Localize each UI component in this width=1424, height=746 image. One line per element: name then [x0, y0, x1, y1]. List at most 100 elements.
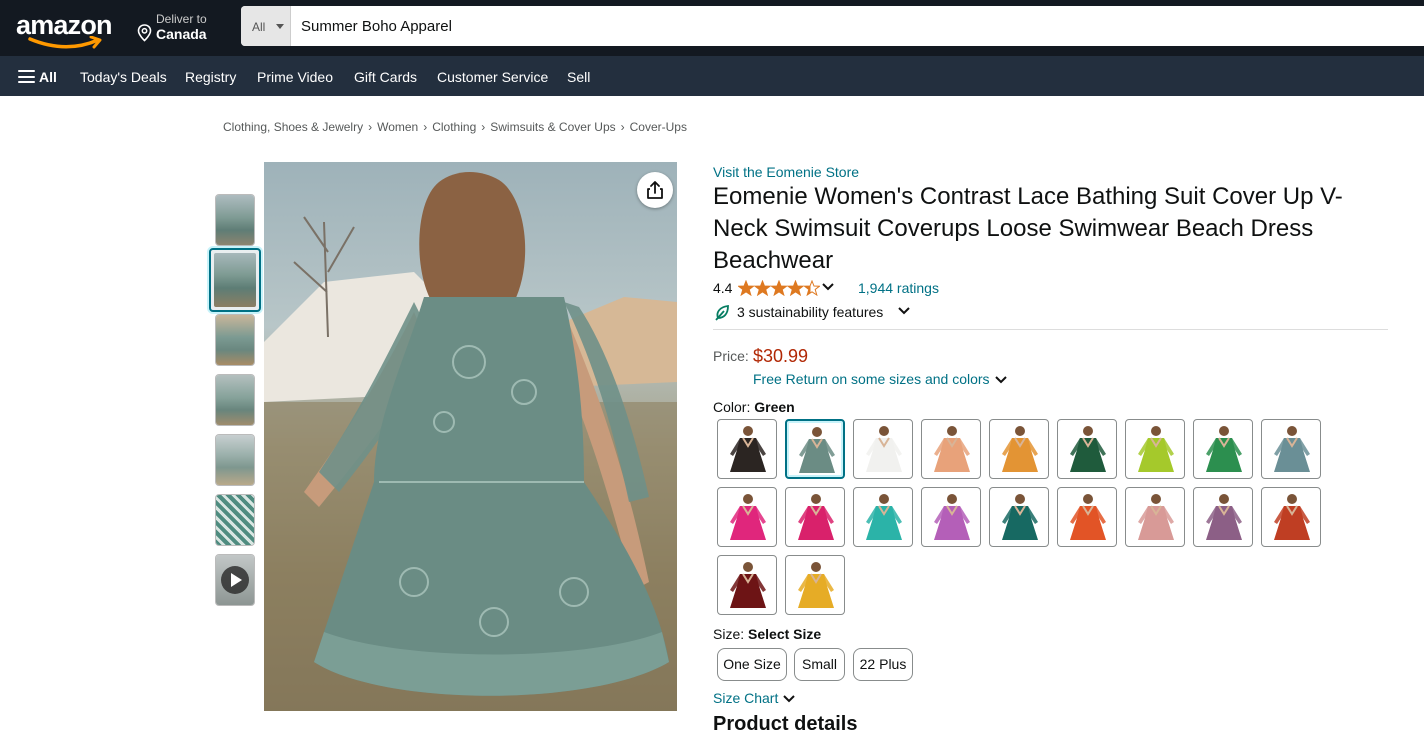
caret-down-icon — [276, 24, 284, 29]
size-label-text: Size: — [713, 626, 745, 642]
breadcrumb-item[interactable]: Women — [377, 120, 418, 134]
breadcrumb-item[interactable]: Swimsuits & Cover Ups — [490, 120, 615, 134]
chevron-down-icon[interactable] — [821, 282, 835, 292]
color-swatch[interactable] — [853, 487, 913, 547]
color-swatch-selected[interactable] — [785, 419, 845, 479]
color-swatch[interactable] — [1193, 487, 1253, 547]
image-thumbnail[interactable] — [215, 314, 255, 366]
nav-link-registry[interactable]: Registry — [185, 69, 236, 85]
color-swatch[interactable] — [785, 487, 845, 547]
dress-thumbnail — [1206, 494, 1242, 540]
product-details-heading: Product details — [713, 713, 858, 735]
color-swatch[interactable] — [1261, 487, 1321, 547]
hamburger-icon — [18, 70, 35, 83]
nav-link-todays-deals[interactable]: Today's Deals — [80, 69, 167, 85]
ratings-count-link[interactable]: 1,944 ratings — [858, 280, 939, 296]
color-swatch[interactable] — [989, 487, 1049, 547]
chevron-down-icon — [898, 307, 910, 315]
product-photo — [264, 171, 677, 711]
breadcrumb-item[interactable]: Cover-Ups — [630, 120, 687, 134]
color-swatch[interactable] — [1057, 487, 1117, 547]
star-rating-icon[interactable] — [738, 280, 820, 296]
rating-value: 4.4 — [713, 280, 733, 296]
free-return-label: Free Return on some sizes and colors — [753, 371, 990, 387]
dress-thumbnail — [798, 562, 834, 608]
image-thumbnail[interactable] — [215, 434, 255, 486]
dress-thumbnail — [1138, 494, 1174, 540]
breadcrumb-separator: › — [368, 120, 373, 134]
breadcrumb-item[interactable]: Clothing, Shoes & Jewelry — [223, 120, 363, 134]
dress-thumbnail — [1070, 426, 1106, 472]
product-main-image[interactable] — [264, 162, 677, 711]
dress-thumbnail — [1002, 426, 1038, 472]
price-value: $30.99 — [753, 346, 809, 366]
color-swatch[interactable] — [717, 487, 777, 547]
color-swatch[interactable] — [1193, 419, 1253, 479]
nav-link-sell[interactable]: Sell — [567, 69, 590, 85]
dress-thumbnail — [934, 494, 970, 540]
dress-thumbnail — [799, 427, 835, 473]
dress-thumbnail — [798, 494, 834, 540]
color-swatch[interactable] — [921, 487, 981, 547]
color-swatch[interactable] — [1125, 487, 1185, 547]
breadcrumb-separator: › — [423, 120, 428, 134]
color-swatch[interactable] — [1057, 419, 1117, 479]
nav-link-prime-video[interactable]: Prime Video — [257, 69, 333, 85]
dress-thumbnail — [1274, 494, 1310, 540]
size-option-one-size[interactable]: One Size — [717, 648, 787, 681]
thumbnail-image — [216, 195, 254, 245]
dress-thumbnail — [1070, 494, 1106, 540]
chevron-down-icon — [783, 695, 796, 703]
store-link[interactable]: Visit the Eomenie Store — [713, 164, 859, 180]
image-thumbnail[interactable] — [215, 374, 255, 426]
leaf-icon — [715, 304, 729, 321]
color-swatch[interactable] — [921, 419, 981, 479]
color-swatch[interactable] — [853, 419, 913, 479]
color-swatch[interactable] — [785, 555, 845, 615]
search-category-label: All — [252, 20, 266, 34]
size-option-small[interactable]: Small — [794, 648, 845, 681]
nav-link-customer-service[interactable]: Customer Service — [437, 69, 548, 85]
dress-thumbnail — [1206, 426, 1242, 472]
size-chart-label: Size Chart — [713, 690, 779, 706]
chevron-down-icon — [994, 376, 1007, 384]
color-swatch[interactable] — [717, 555, 777, 615]
search-bar: All — [241, 6, 1424, 46]
search-category-select[interactable]: All — [241, 6, 291, 46]
dress-thumbnail — [730, 562, 766, 608]
breadcrumb-item[interactable]: Clothing — [432, 120, 476, 134]
color-swatch[interactable] — [1125, 419, 1185, 479]
size-option-22-plus[interactable]: 22 Plus — [853, 648, 913, 681]
dress-thumbnail — [1138, 426, 1174, 472]
image-thumbnail-selected[interactable] — [209, 248, 261, 312]
dress-thumbnail — [730, 426, 766, 472]
top-nav-bar: amazon Deliver to Canada All — [0, 0, 1424, 56]
dress-thumbnail — [1002, 494, 1038, 540]
amazon-logo[interactable]: amazon — [14, 8, 118, 50]
all-menu-label: All — [39, 69, 57, 85]
selected-color-name: Green — [754, 399, 795, 415]
share-button[interactable] — [637, 172, 673, 208]
color-swatch[interactable] — [1261, 419, 1321, 479]
location-pin-icon — [137, 24, 152, 42]
image-thumbnail[interactable] — [215, 494, 255, 546]
color-label: Color: Green — [713, 399, 795, 415]
thumbnail-image — [216, 495, 254, 545]
color-swatch[interactable] — [989, 419, 1049, 479]
size-chart-link[interactable]: Size Chart — [713, 690, 796, 706]
product-title: Eomenie Women's Contrast Lace Bathing Su… — [713, 183, 1343, 274]
thumbnail-image — [214, 253, 256, 307]
sustainability-label: 3 sustainability features — [737, 304, 884, 320]
image-thumbnail[interactable] — [215, 194, 255, 246]
thumbnail-image — [216, 375, 254, 425]
breadcrumb: Clothing, Shoes & Jewelry › Women › Clothing… — [223, 120, 687, 134]
thumbnail-image — [216, 435, 254, 485]
section-divider — [713, 329, 1388, 330]
nav-link-gift-cards[interactable]: Gift Cards — [354, 69, 417, 85]
free-return-link[interactable]: Free Return on some sizes and colors — [753, 371, 1008, 387]
color-swatch[interactable] — [717, 419, 777, 479]
dress-thumbnail — [866, 494, 902, 540]
breadcrumb-separator: › — [481, 120, 486, 134]
video-thumbnail[interactable] — [215, 554, 255, 606]
search-input[interactable] — [292, 6, 1422, 46]
